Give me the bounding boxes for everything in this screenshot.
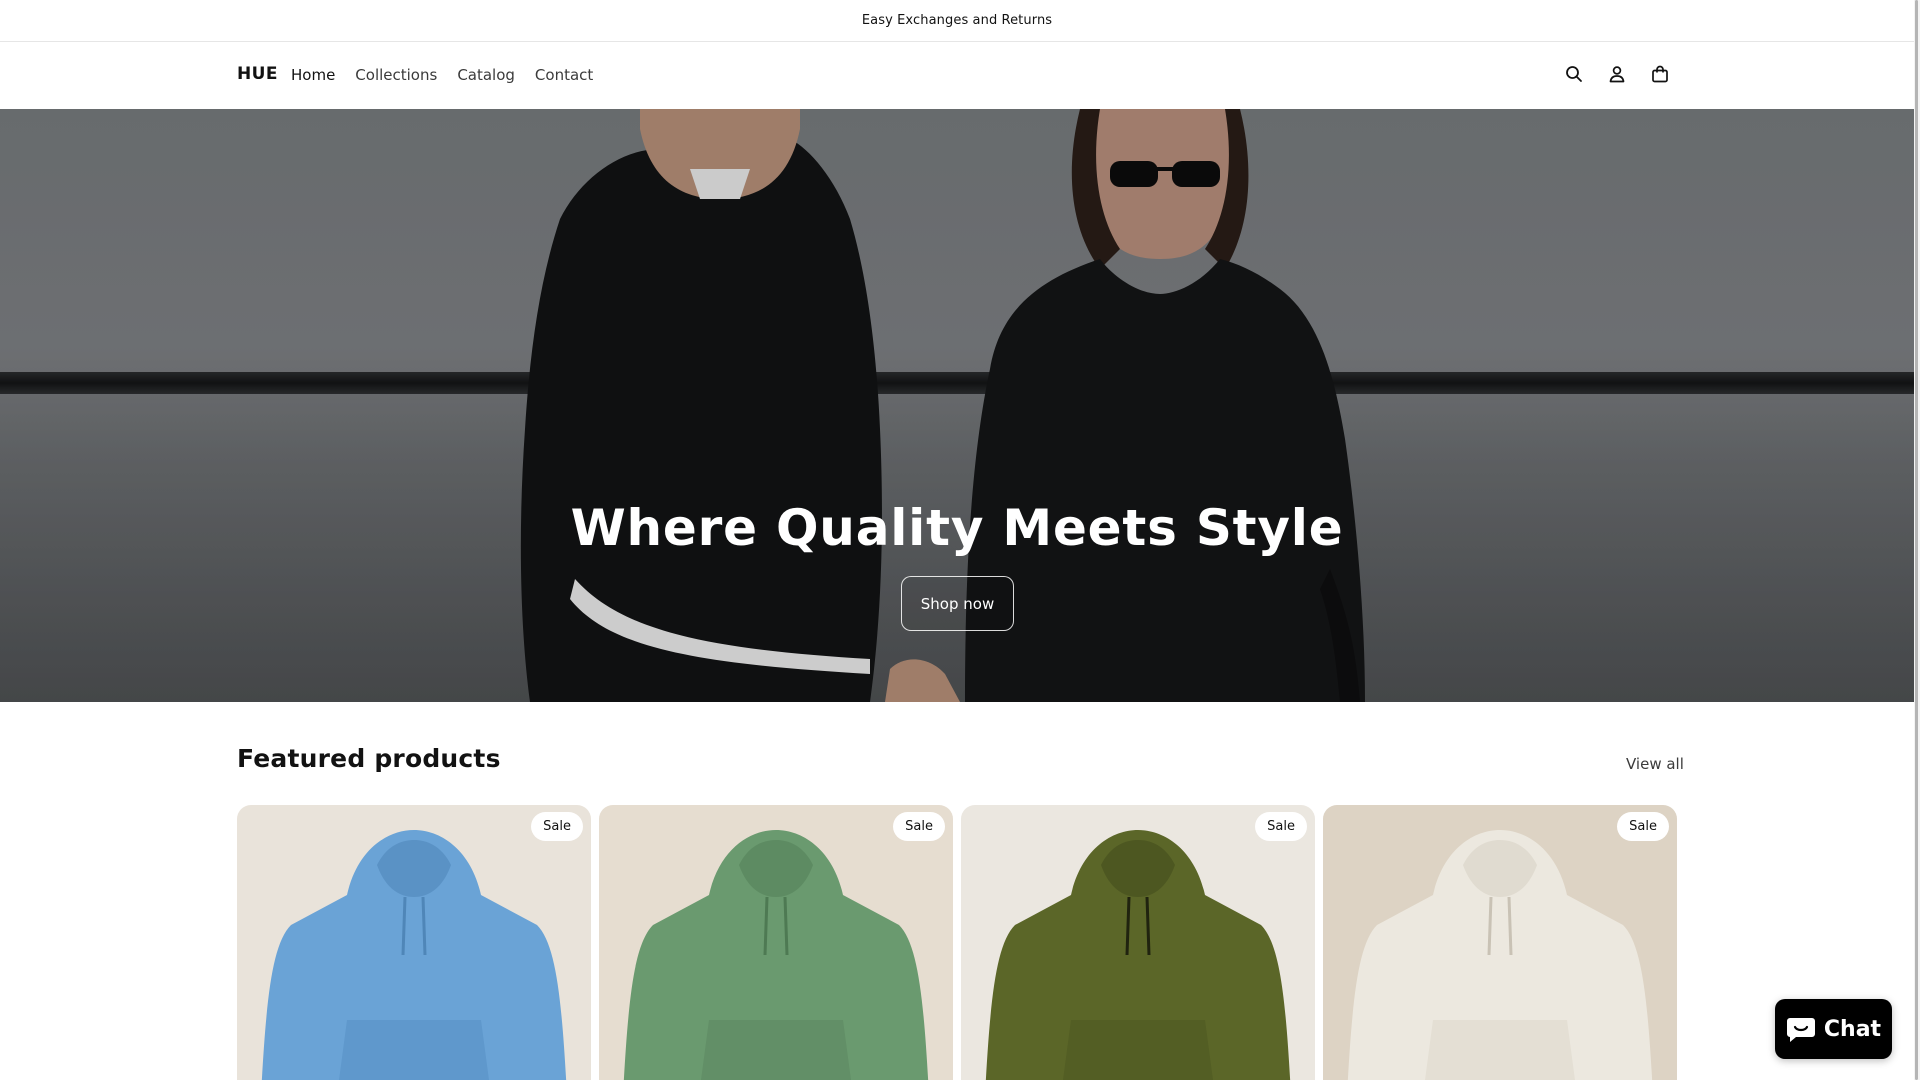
hero-title: Where Quality Meets Style xyxy=(570,499,1344,557)
nav-catalog[interactable]: Catalog xyxy=(457,66,515,84)
nav-home[interactable]: Home xyxy=(291,66,335,84)
view-all-link[interactable]: View all xyxy=(1626,755,1684,773)
search-icon[interactable] xyxy=(1563,63,1585,85)
product-card[interactable]: Sale xyxy=(237,805,591,1080)
main-nav: Home Collections Catalog Contact xyxy=(291,66,593,84)
hoodie-image xyxy=(237,805,591,1080)
product-card[interactable]: Sale xyxy=(599,805,953,1080)
chat-button[interactable]: Chat xyxy=(1775,999,1892,1059)
product-grid: Sale Sale Sale Sale xyxy=(237,805,1677,1080)
product-card[interactable]: Sale xyxy=(1323,805,1677,1080)
header-icons xyxy=(1563,63,1671,85)
scrollbar-thumb[interactable] xyxy=(1915,0,1918,1080)
chat-label: Chat xyxy=(1823,1016,1882,1042)
logo[interactable]: HUE xyxy=(237,64,278,84)
hoodie-image xyxy=(599,805,953,1080)
nav-contact[interactable]: Contact xyxy=(535,66,593,84)
hoodie-image xyxy=(961,805,1315,1080)
chat-bubble-icon xyxy=(1786,1018,1815,1042)
shop-now-button[interactable]: Shop now xyxy=(901,576,1014,631)
product-card[interactable]: Sale xyxy=(961,805,1315,1080)
account-icon[interactable] xyxy=(1606,63,1628,85)
sale-badge: Sale xyxy=(531,812,583,841)
sale-badge: Sale xyxy=(1255,812,1307,841)
cart-icon[interactable] xyxy=(1649,63,1671,85)
nav-collections[interactable]: Collections xyxy=(355,66,437,84)
site-header: HUE Home Collections Catalog Contact xyxy=(0,43,1914,109)
hero-banner: Where Quality Meets Style Shop now xyxy=(0,109,1914,702)
announcement-bar: Easy Exchanges and Returns xyxy=(0,0,1914,42)
hoodie-image xyxy=(1323,805,1677,1080)
page: Easy Exchanges and Returns HUE Home Coll… xyxy=(0,0,1920,1080)
featured-title: Featured products xyxy=(237,744,501,773)
scrollbar[interactable] xyxy=(1914,0,1920,1080)
sale-badge: Sale xyxy=(1617,812,1669,841)
sale-badge: Sale xyxy=(893,812,945,841)
announcement-text: Easy Exchanges and Returns xyxy=(861,13,1053,28)
